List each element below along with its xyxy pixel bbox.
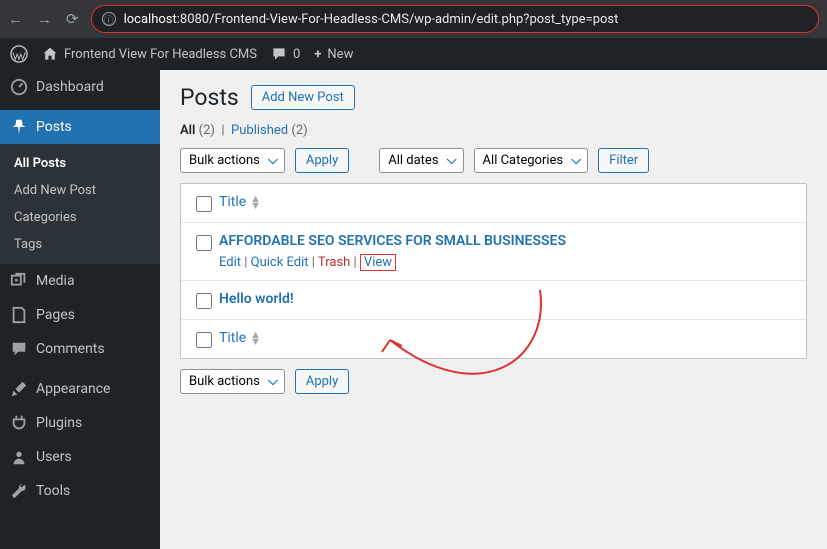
sidebar-item-posts[interactable]: Posts xyxy=(0,110,160,144)
back-icon[interactable]: ← xyxy=(8,10,23,28)
wrench-icon xyxy=(10,482,28,500)
site-name-label: Frontend View For Headless CMS xyxy=(64,47,257,62)
sidebar-label: Appearance xyxy=(36,381,110,397)
home-icon xyxy=(42,46,58,62)
sidebar-item-appearance[interactable]: Appearance xyxy=(0,372,160,406)
page-title: Posts xyxy=(180,84,239,111)
sidebar-item-tools[interactable]: Tools xyxy=(0,474,160,508)
site-home-link[interactable]: Frontend View For Headless CMS xyxy=(42,46,257,62)
posts-submenu: All Posts Add New Post Categories Tags xyxy=(0,144,160,264)
add-new-post-button[interactable]: Add New Post xyxy=(251,85,355,110)
sidebar-label: Dashboard xyxy=(36,79,104,95)
plus-icon: + xyxy=(314,47,321,62)
view-link[interactable]: View xyxy=(360,254,396,271)
sidebar-label: Media xyxy=(36,273,75,289)
post-title-link[interactable]: AFFORDABLE SEO SERVICES FOR SMALL BUSINE… xyxy=(219,233,566,249)
browser-toolbar: ← → ⟳ ⓘ localhost:8080/Frontend-View-For… xyxy=(0,0,827,38)
edit-link[interactable]: Edit xyxy=(219,255,241,270)
quick-edit-link[interactable]: Quick Edit xyxy=(251,255,309,270)
select-all-checkbox[interactable] xyxy=(196,196,212,212)
filter-button[interactable]: Filter xyxy=(598,148,649,173)
sidebar-item-users[interactable]: Users xyxy=(0,440,160,474)
page-icon xyxy=(10,306,28,324)
categories-select[interactable]: All Categories xyxy=(474,148,589,173)
comments-link[interactable]: 0 xyxy=(271,46,300,62)
submenu-categories[interactable]: Categories xyxy=(0,204,160,231)
comment-icon xyxy=(271,46,287,62)
sidebar-label: Tools xyxy=(36,483,70,499)
new-content-link[interactable]: + New xyxy=(314,47,353,62)
comment-icon xyxy=(10,340,28,358)
sidebar-label: Pages xyxy=(36,307,75,323)
status-filters: All (2) | Published (2) xyxy=(180,123,807,138)
brush-icon xyxy=(10,380,28,398)
sidebar-label: Plugins xyxy=(36,415,82,431)
filter-published-count: (2) xyxy=(291,123,307,138)
media-icon xyxy=(10,272,28,290)
plug-icon xyxy=(10,414,28,432)
row-actions: Edit | Quick Edit | Trash | View xyxy=(219,255,798,270)
table-row: AFFORDABLE SEO SERVICES FOR SMALL BUSINE… xyxy=(181,223,806,281)
admin-sidebar: Dashboard Posts All Posts Add New Post C… xyxy=(0,70,160,549)
posts-table: Title ▲▼ AFFORDABLE SEO SERVICES FOR SMA… xyxy=(180,183,807,359)
column-title[interactable]: Title ▲▼ xyxy=(219,194,261,210)
select-all-checkbox-footer[interactable] xyxy=(196,332,212,348)
post-title-link[interactable]: Hello world! xyxy=(219,291,294,307)
bulk-actions-select[interactable]: Bulk actions xyxy=(180,148,285,173)
sidebar-label: Users xyxy=(36,449,72,465)
sort-icon: ▲▼ xyxy=(250,331,261,345)
row-checkbox[interactable] xyxy=(196,293,212,309)
url-text: localhost:8080/Frontend-View-For-Headles… xyxy=(124,12,619,27)
submenu-add-new-post[interactable]: Add New Post xyxy=(0,177,160,204)
new-label: New xyxy=(327,47,353,62)
comments-count: 0 xyxy=(293,47,300,62)
user-icon xyxy=(10,448,28,466)
sidebar-item-dashboard[interactable]: Dashboard xyxy=(0,70,160,104)
submenu-tags[interactable]: Tags xyxy=(0,231,160,258)
table-header: Title ▲▼ xyxy=(181,184,806,223)
apply-button[interactable]: Apply xyxy=(295,148,349,173)
row-checkbox[interactable] xyxy=(196,235,212,251)
trash-link[interactable]: Trash xyxy=(318,255,350,270)
wp-admin-bar: Frontend View For Headless CMS 0 + New xyxy=(0,38,827,70)
bulk-actions-select-bottom[interactable]: Bulk actions xyxy=(180,369,285,394)
pin-icon xyxy=(10,118,28,136)
filter-all[interactable]: All xyxy=(180,123,195,138)
sidebar-item-media[interactable]: Media xyxy=(0,264,160,298)
sort-icon: ▲▼ xyxy=(250,195,261,209)
apply-button-bottom[interactable]: Apply xyxy=(295,369,349,394)
submenu-all-posts[interactable]: All Posts xyxy=(0,150,160,177)
sidebar-item-plugins[interactable]: Plugins xyxy=(0,406,160,440)
filter-published[interactable]: Published xyxy=(231,123,288,138)
table-row: Hello world! xyxy=(181,281,806,320)
forward-icon[interactable]: → xyxy=(37,10,52,28)
table-footer: Title ▲▼ xyxy=(181,320,806,358)
column-title-footer[interactable]: Title ▲▼ xyxy=(219,330,261,346)
main-content: Posts Add New Post All (2) | Published (… xyxy=(160,70,827,549)
reload-icon[interactable]: ⟳ xyxy=(66,10,79,28)
sidebar-item-comments[interactable]: Comments xyxy=(0,332,160,366)
sidebar-item-pages[interactable]: Pages xyxy=(0,298,160,332)
dashboard-icon xyxy=(10,78,28,96)
site-info-icon[interactable]: ⓘ xyxy=(102,12,116,26)
dates-select[interactable]: All dates xyxy=(379,148,463,173)
sidebar-label: Comments xyxy=(36,341,105,357)
filter-all-count: (2) xyxy=(199,123,215,138)
wp-logo-icon[interactable] xyxy=(10,45,28,63)
address-bar[interactable]: ⓘ localhost:8080/Frontend-View-For-Headl… xyxy=(91,5,819,33)
sidebar-label: Posts xyxy=(36,119,72,135)
